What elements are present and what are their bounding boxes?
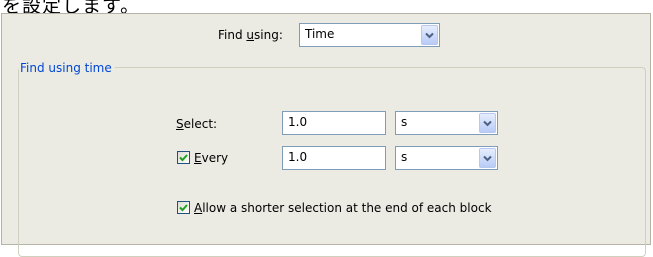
group-title: Find using time	[19, 61, 115, 75]
allow-shorter-label: Allow a shorter selection at the end of …	[194, 201, 492, 215]
every-label: Every	[194, 151, 229, 165]
chevron-down-icon	[425, 32, 434, 38]
select-value-input[interactable]: 1.0	[282, 111, 386, 135]
select-unit-dropdown[interactable]: s	[395, 111, 498, 135]
select-unit-value: s	[401, 115, 408, 129]
chevron-down-icon	[483, 120, 492, 126]
checkmark-icon	[179, 204, 188, 212]
every-unit-dropdown-button[interactable]	[479, 148, 496, 168]
chevron-down-icon	[483, 155, 492, 161]
find-using-label: Find using:	[218, 28, 283, 42]
checkmark-icon	[179, 154, 188, 162]
select-label: Select:	[176, 117, 218, 131]
select-unit-dropdown-button[interactable]	[479, 113, 496, 133]
find-using-dropdown-button[interactable]	[421, 25, 438, 45]
every-checkbox[interactable]	[177, 151, 190, 164]
find-using-dropdown[interactable]: Time	[299, 23, 440, 47]
every-value-input[interactable]: 1.0	[282, 146, 386, 170]
find-using-value: Time	[305, 27, 335, 41]
every-unit-dropdown[interactable]: s	[395, 146, 498, 170]
allow-shorter-checkbox[interactable]	[177, 201, 190, 214]
every-unit-value: s	[401, 150, 408, 164]
